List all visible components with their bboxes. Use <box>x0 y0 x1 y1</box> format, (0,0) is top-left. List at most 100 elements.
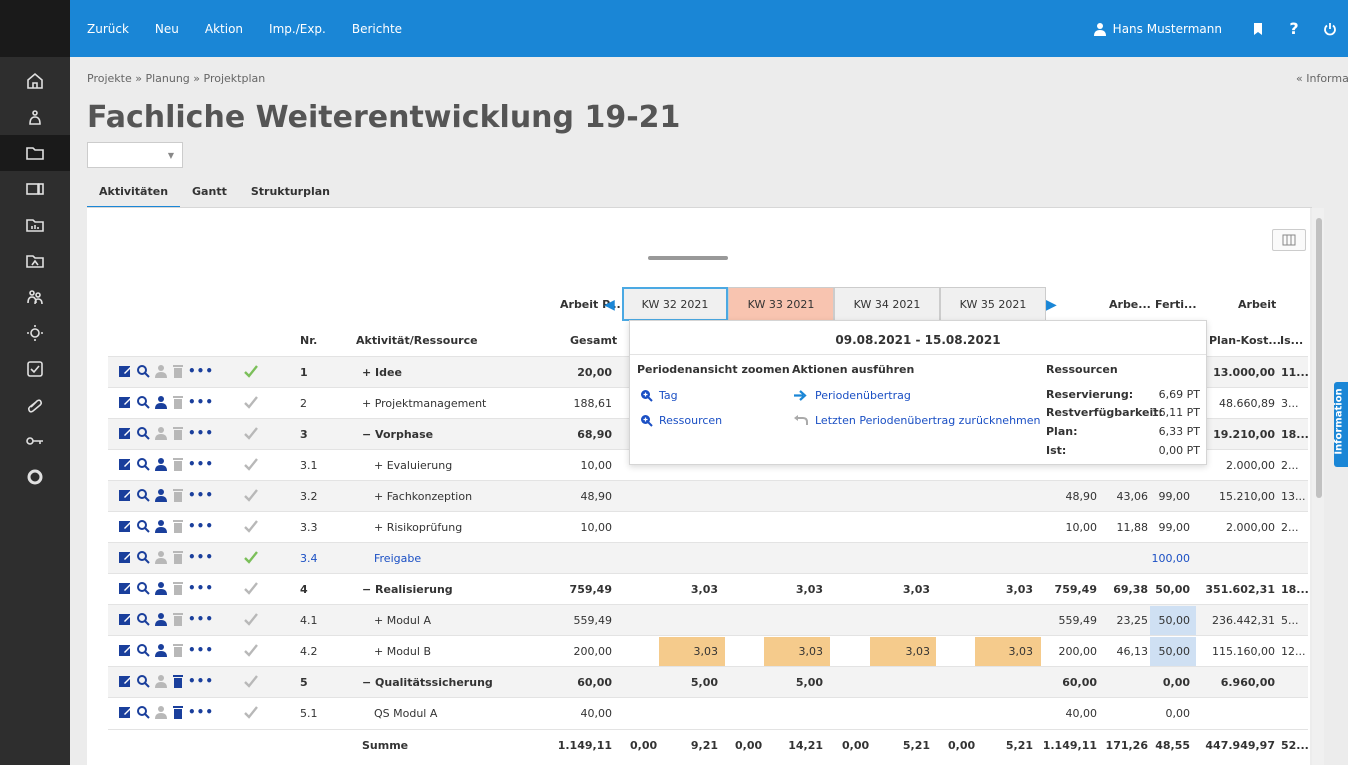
trash-icon[interactable] <box>172 581 184 595</box>
more-icon[interactable]: ••• <box>188 488 214 502</box>
user-icon[interactable] <box>154 581 168 595</box>
user-icon[interactable] <box>154 457 168 471</box>
nav-new[interactable]: Neu <box>155 22 179 36</box>
user-icon[interactable] <box>154 705 168 719</box>
more-icon[interactable]: ••• <box>188 581 214 595</box>
edit-icon[interactable] <box>118 426 132 440</box>
view-select[interactable]: ▼ <box>87 142 183 168</box>
nav-action[interactable]: Aktion <box>205 22 243 36</box>
tab-activities[interactable]: Aktivitäten <box>87 185 181 208</box>
check-icon[interactable] <box>243 673 259 689</box>
more-icon[interactable]: ••• <box>188 395 214 409</box>
search-icon[interactable] <box>136 426 150 440</box>
tab-gantt[interactable]: Gantt <box>180 185 239 208</box>
user-icon[interactable] <box>154 488 168 502</box>
table-row[interactable]: ••• 5 − Qualitätssicherung 60,00 5,00 5,00 60… <box>108 666 1308 697</box>
edit-icon[interactable] <box>118 643 132 657</box>
person-icon[interactable] <box>0 99 70 135</box>
arrow-right-icon[interactable]: ▶ <box>1046 297 1057 313</box>
week-header-34[interactable]: KW 34 2021 <box>834 287 940 321</box>
user-icon[interactable] <box>154 395 168 409</box>
trash-icon[interactable] <box>172 457 184 471</box>
check-icon[interactable] <box>243 394 259 410</box>
check-icon[interactable] <box>243 642 259 658</box>
user-icon[interactable] <box>154 612 168 626</box>
more-icon[interactable]: ••• <box>188 643 214 657</box>
edit-icon[interactable] <box>118 519 132 533</box>
home-icon[interactable] <box>0 63 70 99</box>
row-activity-name[interactable]: QS Modul A <box>374 707 437 720</box>
edit-icon[interactable] <box>118 364 132 378</box>
power-icon[interactable] <box>1312 22 1348 36</box>
search-icon[interactable] <box>136 364 150 378</box>
week-header-32[interactable]: KW 32 2021 <box>622 287 728 321</box>
check-icon[interactable] <box>243 549 259 565</box>
user-icon[interactable] <box>154 550 168 564</box>
tab-structure[interactable]: Strukturplan <box>239 185 342 208</box>
nav-reports[interactable]: Berichte <box>352 22 402 36</box>
search-icon[interactable] <box>136 612 150 626</box>
information-side-tab[interactable]: Information <box>1334 382 1348 467</box>
search-icon[interactable] <box>136 488 150 502</box>
drag-handle[interactable] <box>648 256 728 260</box>
search-icon[interactable] <box>136 550 150 564</box>
sun-icon[interactable] <box>0 315 70 351</box>
scrollbar-thumb[interactable] <box>1316 218 1322 498</box>
table-row[interactable]: ••• 4.1 + Modul A 559,49 559,49 23,25 50,00 23… <box>108 604 1308 635</box>
trash-icon[interactable] <box>172 674 184 688</box>
more-icon[interactable]: ••• <box>188 705 214 719</box>
week-header-35[interactable]: KW 35 2021 <box>940 287 1046 321</box>
zoom-resources-link[interactable]: Ressourcen <box>640 414 722 427</box>
trash-icon[interactable] <box>172 643 184 657</box>
edit-icon[interactable] <box>118 612 132 626</box>
row-activity-name[interactable]: − Qualitätssicherung <box>362 676 493 689</box>
trash-icon[interactable] <box>172 488 184 502</box>
zoom-day-link[interactable]: Tag <box>640 389 678 402</box>
row-activity-name[interactable]: + Modul B <box>374 645 431 658</box>
search-icon[interactable] <box>136 581 150 595</box>
trash-icon[interactable] <box>172 519 184 533</box>
information-link[interactable]: « Information <box>1296 72 1348 85</box>
breadcrumb[interactable]: Projekte » Planung » Projektplan <box>87 72 265 85</box>
more-icon[interactable]: ••• <box>188 612 214 626</box>
user-icon[interactable] <box>154 364 168 378</box>
week-header-33[interactable]: KW 33 2021 <box>728 287 834 321</box>
check-icon[interactable] <box>243 580 259 596</box>
report-folder-icon[interactable] <box>0 243 70 279</box>
search-icon[interactable] <box>136 643 150 657</box>
user-icon[interactable] <box>154 643 168 657</box>
user-icon[interactable] <box>154 674 168 688</box>
row-activity-name[interactable]: Freigabe <box>374 552 421 565</box>
lifebuoy-icon[interactable] <box>0 459 70 495</box>
undo-transfer-link[interactable]: Letzten Periodenübertrag zurücknehmen <box>793 414 1041 427</box>
user-icon[interactable] <box>154 426 168 440</box>
nav-import-export[interactable]: Imp./Exp. <box>269 22 326 36</box>
row-activity-name[interactable]: + Modul A <box>374 614 431 627</box>
check-icon[interactable] <box>243 456 259 472</box>
trash-icon[interactable] <box>172 395 184 409</box>
row-activity-name[interactable]: − Vorphase <box>362 428 433 441</box>
table-row[interactable]: ••• 4.2 + Modul B 200,00 3,03 3,03 3,03 3,03 20… <box>108 635 1308 666</box>
trash-icon[interactable] <box>172 705 184 719</box>
nav-back[interactable]: Zurück <box>87 22 129 36</box>
checkbox-icon[interactable] <box>0 351 70 387</box>
help-icon[interactable]: ? <box>1276 19 1312 38</box>
more-icon[interactable]: ••• <box>188 550 214 564</box>
edit-icon[interactable] <box>118 674 132 688</box>
trash-icon[interactable] <box>172 612 184 626</box>
table-row[interactable]: ••• 3.2 + Fachkonzeption 48,90 48,90 43,06 99… <box>108 480 1308 511</box>
row-activity-name[interactable]: + Evaluierung <box>374 459 452 472</box>
row-activity-name[interactable]: + Projektmanagement <box>362 397 486 410</box>
edit-icon[interactable] <box>118 705 132 719</box>
arrow-left-icon[interactable]: ◀ <box>604 297 615 313</box>
users-icon[interactable] <box>0 279 70 315</box>
bookmark-icon[interactable] <box>1240 22 1276 36</box>
check-icon[interactable] <box>243 518 259 534</box>
more-icon[interactable]: ••• <box>188 519 214 533</box>
period-transfer-link[interactable]: Periodenübertrag <box>793 389 911 402</box>
column-settings-button[interactable] <box>1272 229 1306 251</box>
check-icon[interactable] <box>243 611 259 627</box>
chart-folder-icon[interactable] <box>0 207 70 243</box>
paperclip-icon[interactable] <box>0 387 70 423</box>
edit-icon[interactable] <box>118 395 132 409</box>
